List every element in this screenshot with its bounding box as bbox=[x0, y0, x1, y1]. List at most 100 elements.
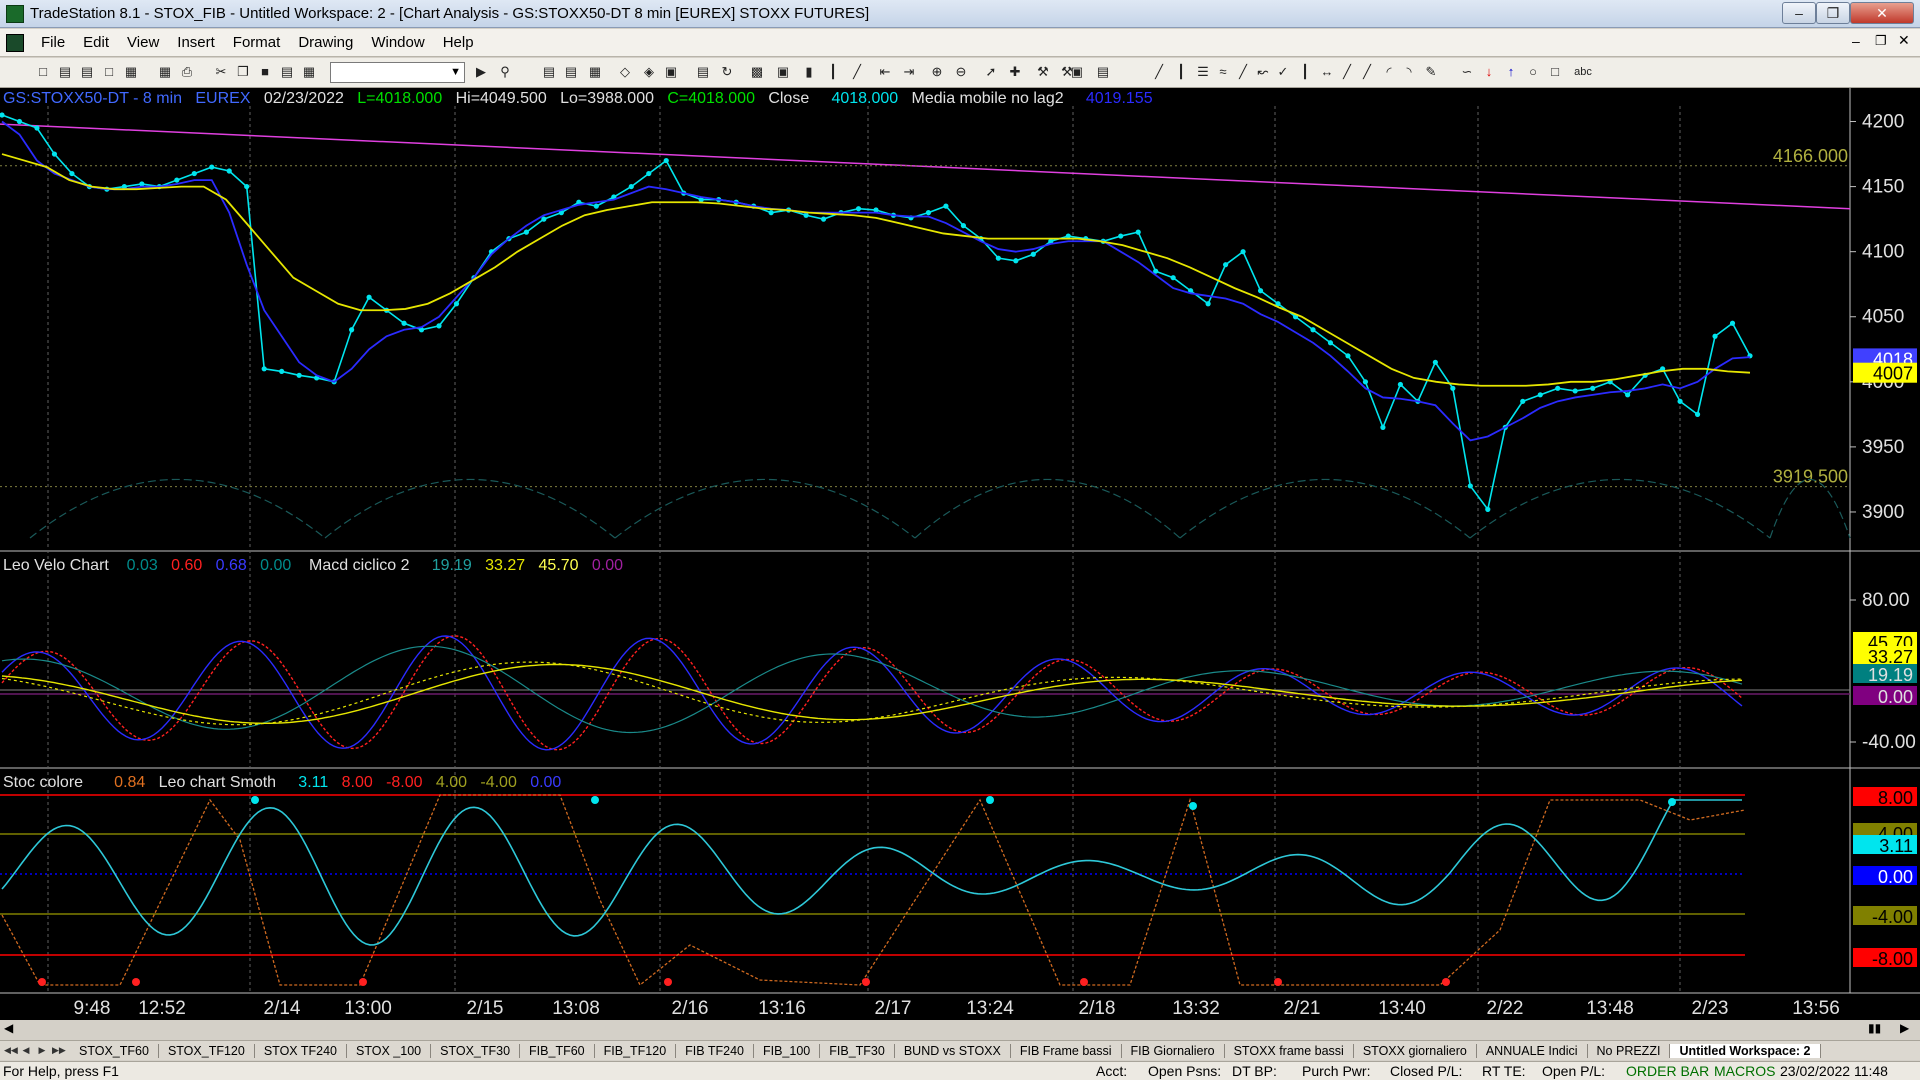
close-button[interactable]: ✕ bbox=[1850, 2, 1914, 24]
horizontal-lines-icon[interactable]: ☰ bbox=[1194, 63, 1212, 81]
tab-fib-giornaliero[interactable]: FIB Giornaliero bbox=[1122, 1043, 1225, 1058]
tab-fib-100[interactable]: FIB_100 bbox=[754, 1043, 821, 1058]
order-bar-status[interactable]: ORDER BAR bbox=[1626, 1063, 1709, 1079]
mdi-restore-button[interactable]: ❐ bbox=[1875, 33, 1887, 49]
menu-format[interactable]: Format bbox=[224, 34, 290, 51]
tab-last-icon[interactable]: ▶▶ bbox=[52, 1044, 66, 1057]
vertical-lines-icon[interactable]: ┃ bbox=[1172, 63, 1190, 81]
tab-stox-100[interactable]: STOX _100 bbox=[347, 1043, 432, 1058]
tab-prev-icon[interactable]: ◀ bbox=[20, 1044, 32, 1057]
speed-lines-icon[interactable]: ╱ bbox=[1358, 63, 1376, 81]
menu-file[interactable]: File bbox=[32, 34, 74, 51]
trendline-icon[interactable]: ╱ bbox=[1150, 63, 1168, 81]
new-workspace-icon[interactable]: □ bbox=[100, 63, 118, 81]
text-tool-icon[interactable]: abc bbox=[1570, 63, 1596, 81]
tab-fib-tf240[interactable]: FIB TF240 bbox=[676, 1043, 754, 1058]
menu-edit[interactable]: Edit bbox=[74, 34, 118, 51]
chart-type-icon[interactable]: ▩ bbox=[748, 63, 766, 81]
data-window-icon[interactable]: ▣ bbox=[774, 63, 792, 81]
indicator-icon[interactable]: ▣ bbox=[662, 63, 680, 81]
tab-first-icon[interactable]: ◀◀ bbox=[4, 1044, 18, 1057]
save-workspace-icon[interactable]: ▦ bbox=[156, 63, 174, 81]
open-icon[interactable]: ▤ bbox=[56, 63, 74, 81]
tab-fib-tf30[interactable]: FIB_TF30 bbox=[820, 1043, 895, 1058]
tab-next-icon[interactable]: ▶ bbox=[36, 1044, 48, 1057]
tab-stox-tf60[interactable]: STOX_TF60 bbox=[70, 1043, 159, 1058]
tab-stoxx-frame-bassi[interactable]: STOXX frame bassi bbox=[1225, 1043, 1354, 1058]
lock-icon[interactable]: ■ bbox=[256, 63, 274, 81]
line-chart-icon[interactable]: ╱ bbox=[848, 63, 866, 81]
menu-help[interactable]: Help bbox=[434, 34, 483, 51]
macros-status[interactable]: MACROS bbox=[1714, 1063, 1775, 1079]
tab-stoxx-giornaliero[interactable]: STOXX giornaliero bbox=[1354, 1043, 1477, 1058]
curve-icon[interactable]: ∽ bbox=[1458, 63, 1476, 81]
chart-document-icon[interactable] bbox=[6, 33, 24, 52]
print-icon[interactable]: ⎙ bbox=[178, 63, 196, 81]
tab-stox-tf240[interactable]: STOX TF240 bbox=[255, 1043, 348, 1058]
tab-fib-frame-bassi[interactable]: FIB Frame bassi bbox=[1011, 1043, 1122, 1058]
copy-icon[interactable]: ❐ bbox=[234, 63, 252, 81]
shift-left-icon[interactable]: ⇤ bbox=[876, 63, 894, 81]
maximize-button[interactable]: ❐ bbox=[1816, 2, 1850, 24]
minimize-button[interactable]: – bbox=[1782, 2, 1816, 24]
arrow-up-icon[interactable]: ↑ bbox=[1502, 63, 1520, 81]
arc-icon[interactable]: ◜ bbox=[1380, 63, 1398, 81]
arrow-down-icon[interactable]: ↓ bbox=[1480, 63, 1498, 81]
rectangle-icon[interactable]: □ bbox=[1546, 63, 1564, 81]
tab-no-prezzi[interactable]: No PREZZI bbox=[1588, 1043, 1671, 1058]
tab-stox-tf30[interactable]: STOX_TF30 bbox=[431, 1043, 521, 1058]
tab-annuale-indici[interactable]: ANNUALE Indici bbox=[1477, 1043, 1588, 1058]
chart-analysis-window[interactable]: 4166.0003919.500420041504100405040003950… bbox=[0, 88, 1920, 1038]
window-link-icon[interactable]: ▤ bbox=[694, 63, 712, 81]
symbol-combo-box[interactable]: ▼ bbox=[330, 62, 465, 83]
menu-window[interactable]: Window bbox=[362, 34, 433, 51]
bar-chart-icon[interactable]: ┃ bbox=[824, 63, 842, 81]
tab-fib-tf60[interactable]: FIB_TF60 bbox=[520, 1043, 595, 1058]
scroll-right-icon[interactable]: ▶ bbox=[1900, 1021, 1909, 1035]
ellipse-icon[interactable]: ○ bbox=[1524, 63, 1542, 81]
time-cycle-icon[interactable]: ◝ bbox=[1400, 63, 1418, 81]
tab-bund-vs-stoxx[interactable]: BUND vs STOXX bbox=[895, 1043, 1011, 1058]
grid-icon[interactable]: ▦ bbox=[586, 63, 604, 81]
format-window-icon[interactable]: ▤ bbox=[540, 63, 558, 81]
order-bar-icon[interactable]: ▤ bbox=[1094, 63, 1112, 81]
tradestation-app-icon[interactable] bbox=[6, 4, 24, 23]
menu-drawing[interactable]: Drawing bbox=[289, 34, 362, 51]
vertical-fib-icon[interactable]: ┃ bbox=[1296, 63, 1314, 81]
zoom-out-icon[interactable]: ⊖ bbox=[952, 63, 970, 81]
chevron-down-icon[interactable]: ▼ bbox=[450, 66, 461, 78]
mdi-close-button[interactable]: ✕ bbox=[1898, 32, 1910, 49]
regression-icon[interactable]: ↜ bbox=[1254, 63, 1272, 81]
andrews-pitchfork-icon[interactable]: ✓ bbox=[1274, 63, 1292, 81]
gann-icon[interactable]: ╱ bbox=[1338, 63, 1356, 81]
find-symbol-icon[interactable]: ⚲ bbox=[496, 63, 514, 81]
refresh-icon[interactable]: ↻ bbox=[718, 63, 736, 81]
open-workspace-icon[interactable]: ▤ bbox=[78, 63, 96, 81]
horizontal-scrollbar[interactable]: ◀ ▮▮ ▶ bbox=[0, 1020, 1920, 1038]
go-arrow-icon[interactable]: ▶ bbox=[472, 63, 490, 81]
scroll-thumb[interactable]: ▮▮ bbox=[1868, 1021, 1881, 1035]
fibonacci-icon[interactable]: ≈ bbox=[1214, 63, 1232, 81]
shift-right-icon[interactable]: ⇥ bbox=[900, 63, 918, 81]
tab-untitled-workspace-2[interactable]: Untitled Workspace: 2 bbox=[1670, 1043, 1821, 1058]
scroll-left-icon[interactable]: ◀ bbox=[4, 1021, 13, 1035]
tab-fib-tf120[interactable]: FIB_TF120 bbox=[595, 1043, 677, 1058]
mdi-minimize-button[interactable]: – bbox=[1852, 33, 1860, 49]
new-icon[interactable]: □ bbox=[34, 63, 52, 81]
pencil-icon[interactable]: ✎ bbox=[1422, 63, 1440, 81]
tab-stox-tf120[interactable]: STOX_TF120 bbox=[159, 1043, 255, 1058]
horizontal-arrow-icon[interactable]: ↔ bbox=[1318, 63, 1336, 81]
menu-view[interactable]: View bbox=[118, 34, 168, 51]
candle-icon[interactable]: ▮ bbox=[800, 63, 818, 81]
hammer-icon[interactable]: ⚒ bbox=[1034, 63, 1052, 81]
crosshair-icon[interactable]: ✚ bbox=[1006, 63, 1024, 81]
menu-insert[interactable]: Insert bbox=[168, 34, 224, 51]
eraser-icon[interactable]: ▣ bbox=[1068, 63, 1086, 81]
channel-icon[interactable]: ╱ bbox=[1234, 63, 1252, 81]
zoom-in-icon[interactable]: ⊕ bbox=[928, 63, 946, 81]
insert-analysis-icon[interactable]: ◇ bbox=[616, 63, 634, 81]
cut-icon[interactable]: ✂ bbox=[212, 63, 230, 81]
format-data-icon[interactable]: ▤ bbox=[562, 63, 580, 81]
pointer-icon[interactable]: ➚ bbox=[982, 63, 1000, 81]
strategy-icon[interactable]: ◈ bbox=[640, 63, 658, 81]
